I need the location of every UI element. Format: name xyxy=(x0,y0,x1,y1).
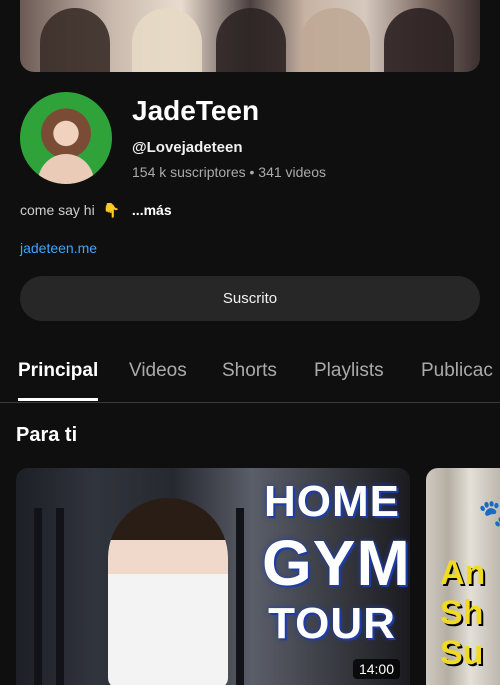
channel-title: JadeTeen xyxy=(132,95,260,126)
thumbnail-overlay-text: HOME GYM TOUR xyxy=(262,476,410,676)
tab-playlists[interactable]: Playlists xyxy=(314,360,384,382)
subscribed-button[interactable]: Suscrito xyxy=(20,276,480,321)
channel-stats: 154 k suscriptores • 341 videos xyxy=(132,164,327,180)
channel-tabs: Principal Videos Shorts Playlists Public… xyxy=(0,352,500,403)
description-text: come say hi xyxy=(20,202,95,218)
overlay-line: TOUR xyxy=(268,599,396,648)
banner-person xyxy=(216,8,286,72)
video-duration: 14:00 xyxy=(352,659,400,679)
tab-shorts[interactable]: Shorts xyxy=(222,360,277,382)
channel-avatar[interactable] xyxy=(20,92,112,184)
active-tab-indicator xyxy=(18,398,98,401)
video-thumbnail[interactable]: HOME GYM TOUR 14:00 xyxy=(16,468,410,685)
avatar-figure xyxy=(38,154,94,184)
banner-person xyxy=(300,8,370,72)
banner-person xyxy=(132,8,202,72)
banner-person xyxy=(40,8,110,72)
channel-link[interactable]: jadeteen.me xyxy=(20,240,97,256)
banner-person xyxy=(384,8,454,72)
video-thumbnail[interactable]: 🐾 An Sh Su xyxy=(426,468,500,685)
tab-publicaciones[interactable]: Publicac xyxy=(421,360,493,382)
overlay-line: Sh xyxy=(440,594,484,632)
thumbnail-person xyxy=(108,498,228,685)
point-down-icon: 👇 xyxy=(102,202,121,218)
overlay-line: An xyxy=(440,554,486,592)
gym-rack xyxy=(34,508,42,685)
overlay-line: Su xyxy=(440,634,484,672)
section-title: Para ti xyxy=(16,424,78,446)
tab-principal[interactable]: Principal xyxy=(18,360,98,382)
paw-icon: 🐾 xyxy=(478,499,500,532)
tab-videos[interactable]: Videos xyxy=(129,360,187,382)
gym-rack xyxy=(236,508,244,685)
more-link[interactable]: ...más xyxy=(132,202,172,218)
overlay-line: HOME xyxy=(264,477,400,526)
overlay-line: GYM xyxy=(262,527,410,599)
channel-handle: @Lovejadeteen xyxy=(132,139,243,156)
gym-rack xyxy=(56,508,64,685)
channel-banner xyxy=(20,0,480,72)
channel-description[interactable]: come say hi 👇 ...más xyxy=(20,202,172,219)
